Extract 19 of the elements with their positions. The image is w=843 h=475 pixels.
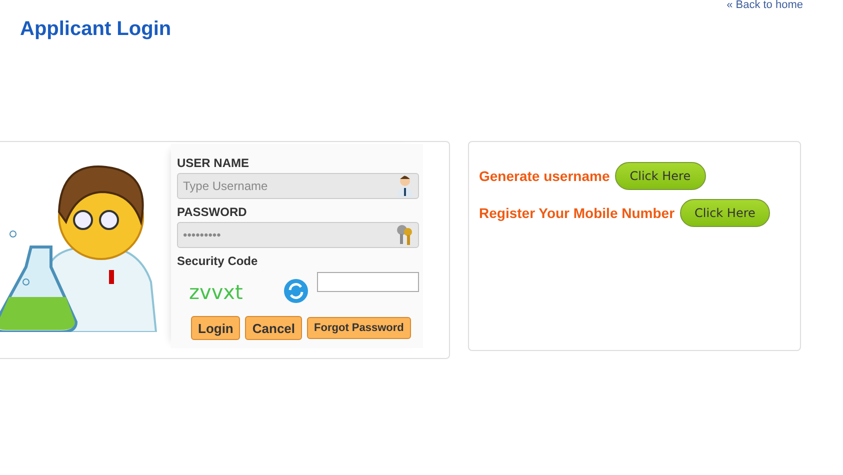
captcha-text: zvvxt [189, 280, 244, 304]
username-field[interactable]: Type Username [177, 173, 419, 199]
page-title: Applicant Login [20, 18, 172, 41]
password-label: PASSWORD [177, 205, 248, 221]
click-here-button[interactable]: Click Here [680, 199, 770, 227]
link-label: Register Your Mobile Number [479, 205, 675, 221]
username-label: USER NAME [177, 156, 250, 172]
back-to-home-link[interactable]: « Back to home [726, 0, 803, 12]
keys-icon [395, 224, 415, 246]
form-button[interactable]: Forgot Password [307, 317, 411, 339]
link-label: Generate username [479, 168, 610, 184]
user-icon [395, 175, 415, 197]
form-button[interactable]: Cancel [245, 316, 302, 340]
refresh-icon[interactable] [283, 278, 309, 304]
security-code-label: Security Code [177, 254, 259, 270]
security-code-input[interactable] [317, 272, 419, 292]
password-field[interactable]: ••••••••• [177, 222, 419, 248]
click-here-button[interactable]: Click Here [614, 162, 706, 190]
form-button[interactable]: Login [191, 316, 240, 340]
